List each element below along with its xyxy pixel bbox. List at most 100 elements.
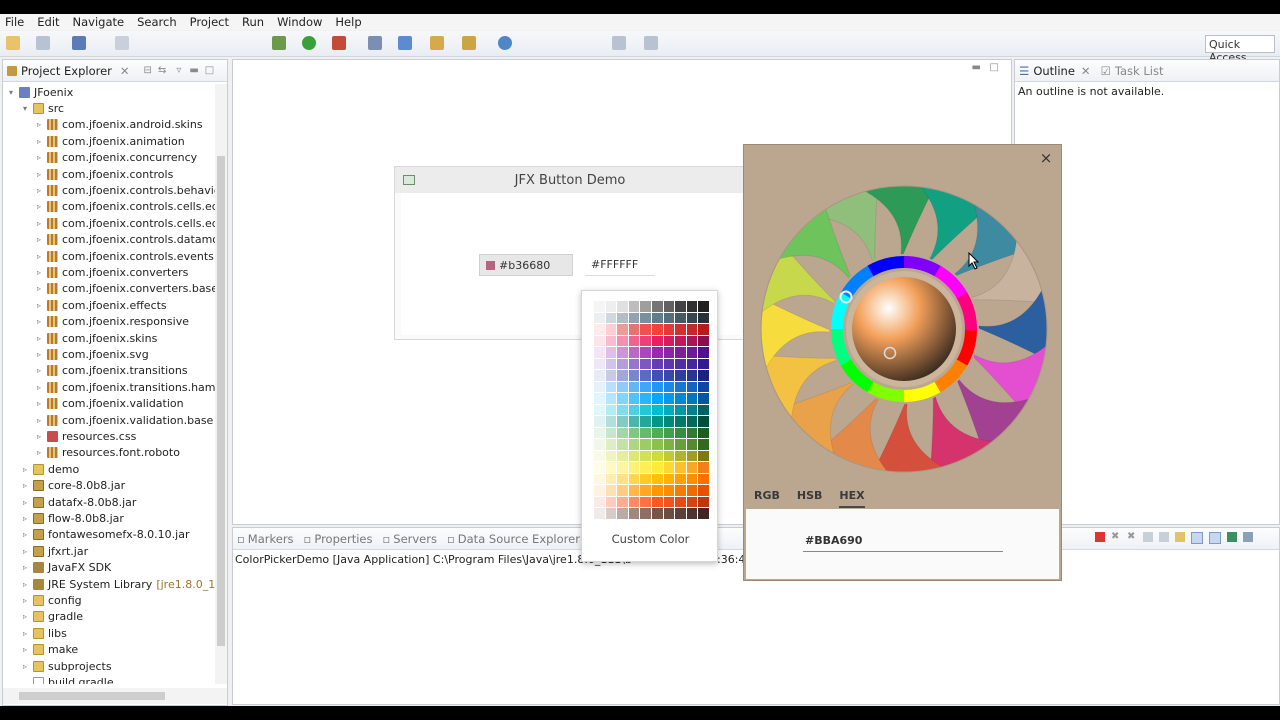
color-swatch[interactable] [617,358,628,370]
color-swatch[interactable] [686,358,698,370]
close-icon[interactable]: ✕ [1081,64,1091,78]
color-swatch[interactable] [663,496,675,508]
color-swatch[interactable] [652,312,663,324]
view-menu-icon[interactable] [1243,532,1253,542]
tab-task-list[interactable]: Task List [1115,64,1164,78]
collapsed-arrow-icon[interactable]: ▹ [23,596,33,605]
external-tools-icon[interactable] [332,36,346,50]
color-swatch[interactable] [640,358,651,370]
back-icon[interactable] [612,36,626,50]
color-swatch[interactable] [628,404,640,416]
color-swatch[interactable] [594,393,605,404]
color-swatch[interactable] [605,439,617,450]
collapsed-arrow-icon[interactable]: ▹ [37,186,47,195]
color-swatch[interactable] [698,335,709,347]
color-swatch[interactable] [686,450,698,462]
collapsed-arrow-icon[interactable]: ▹ [23,465,33,474]
color-swatch[interactable] [686,393,698,404]
color-swatch[interactable] [594,439,605,450]
color-swatch[interactable] [652,404,663,416]
collapsed-arrow-icon[interactable]: ▹ [23,662,33,671]
color-swatch[interactable] [663,301,675,312]
tree-item[interactable]: ▹ jfxrt.jar [23,543,88,559]
show-console-icon[interactable] [1175,532,1185,542]
collapsed-arrow-icon[interactable]: ▹ [37,416,47,425]
tab-console-1[interactable]: Properties [314,532,372,546]
color-swatch[interactable] [594,358,605,370]
color-swatch[interactable] [617,485,628,496]
color-swatch[interactable] [686,439,698,450]
quick-access-input[interactable]: Quick Access [1205,35,1275,64]
terminate-icon[interactable] [1095,532,1105,542]
color-swatch[interactable] [628,324,640,335]
collapsed-arrow-icon[interactable]: ▹ [37,137,47,146]
color-swatch[interactable] [617,347,628,358]
hex-color-field[interactable]: #FFFFFF [585,254,655,276]
word-wrap-icon[interactable] [1159,532,1169,542]
print-icon[interactable] [72,36,86,50]
color-swatch[interactable] [617,312,628,324]
collapsed-arrow-icon[interactable]: ▹ [37,383,47,392]
color-swatch[interactable] [594,427,605,439]
new-java-project-icon[interactable] [368,36,382,50]
color-swatch[interactable] [663,358,675,370]
collapsed-arrow-icon[interactable]: ▹ [37,399,47,408]
color-swatch[interactable] [605,381,617,393]
remove-all-icon[interactable]: ✖ [1127,532,1137,542]
color-swatch[interactable] [640,312,651,324]
color-swatch[interactable] [698,393,709,404]
color-swatch[interactable] [663,335,675,347]
color-swatch[interactable] [652,347,663,358]
tree-item[interactable]: ▹ com.jfoenix.controls.datamodel [37,232,215,248]
tree-item[interactable]: ▹ datafx-8.0b8.jar [23,494,136,510]
collapsed-arrow-icon[interactable]: ▹ [23,530,33,539]
open-type-icon[interactable] [430,36,444,50]
color-swatch[interactable] [617,335,628,347]
color-swatch[interactable] [617,416,628,427]
color-swatch[interactable] [617,381,628,393]
collapsed-arrow-icon[interactable]: ▹ [37,120,47,129]
color-swatch[interactable] [617,393,628,404]
color-swatch[interactable] [675,496,686,508]
color-swatch[interactable] [594,496,605,508]
color-swatch[interactable] [663,450,675,462]
collapsed-arrow-icon[interactable]: ▹ [23,498,33,507]
tree-item[interactable]: ▹ com.jfoenix.skins [37,330,157,346]
open-console-icon[interactable] [1227,532,1237,542]
color-picker-button[interactable]: #b36680 [479,254,573,276]
color-swatch[interactable] [594,485,605,496]
color-swatch[interactable] [675,358,686,370]
color-swatch[interactable] [640,427,651,439]
color-swatch[interactable] [686,312,698,324]
color-swatch[interactable] [663,439,675,450]
color-swatch[interactable] [628,416,640,427]
color-swatch[interactable] [675,404,686,416]
color-swatch[interactable] [640,381,651,393]
color-swatch[interactable] [640,473,651,485]
color-swatch[interactable] [652,462,663,473]
minimize-icon[interactable]: ▬ [189,65,198,76]
tree-item[interactable]: ▹ com.jfoenix.controls.cells.editor [37,199,215,215]
color-swatch[interactable] [652,485,663,496]
color-swatch[interactable] [605,370,617,381]
menu-navigate[interactable]: Navigate [73,15,125,29]
collapsed-arrow-icon[interactable]: ▹ [23,514,33,523]
tree-item[interactable]: ▹ com.jfoenix.android.skins [37,117,203,133]
color-swatch[interactable] [652,427,663,439]
color-swatch[interactable] [605,347,617,358]
collapsed-arrow-icon[interactable]: ▹ [23,580,33,589]
color-swatch[interactable] [617,324,628,335]
color-swatch[interactable] [640,416,651,427]
collapsed-arrow-icon[interactable]: ▹ [37,366,47,375]
color-swatch[interactable] [663,508,675,519]
tree-item[interactable]: ▹ com.jfoenix.animation [37,133,185,149]
color-swatch[interactable] [698,381,709,393]
color-swatch[interactable] [686,508,698,519]
color-swatch[interactable] [698,358,709,370]
color-swatch[interactable] [628,496,640,508]
color-swatch[interactable] [675,312,686,324]
minimize-icon[interactable]: ▬ [972,62,981,73]
color-swatch[interactable] [640,462,651,473]
color-swatch[interactable] [617,473,628,485]
collapsed-arrow-icon[interactable]: ▹ [37,202,47,211]
